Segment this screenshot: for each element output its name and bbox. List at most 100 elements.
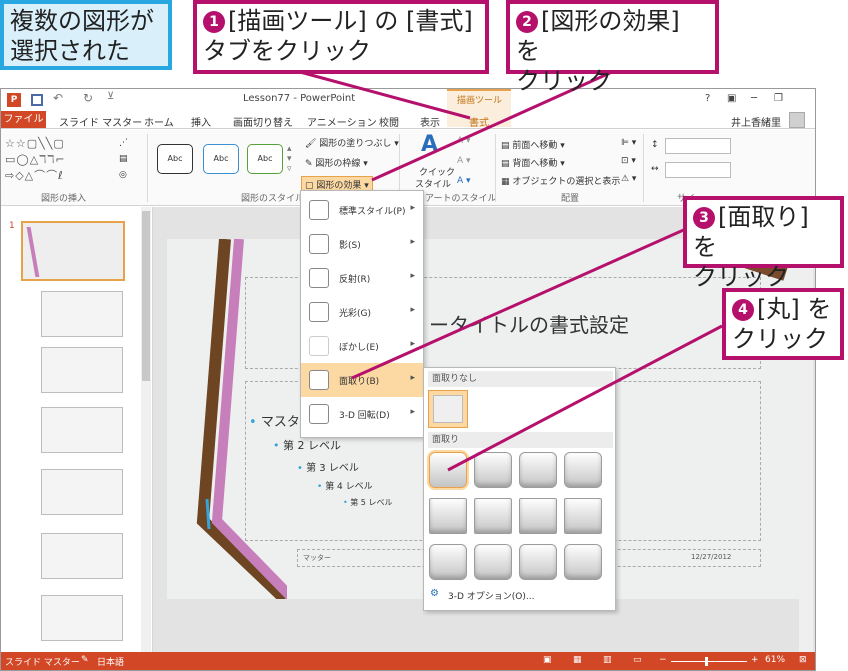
normal-view-icon[interactable]: ▣	[543, 655, 552, 665]
menu-item-glow[interactable]: 光彩(G) ▸	[301, 295, 423, 329]
text-fill-icon[interactable]: A ▾	[457, 136, 471, 146]
callout-4-text-2: クリック	[732, 325, 828, 353]
group-icon[interactable]: ⊡ ▾	[621, 156, 636, 166]
bevel-option[interactable]	[564, 544, 602, 580]
rotate-icon[interactable]: ⚠ ▾	[621, 174, 636, 184]
master-thumbnail[interactable]	[21, 221, 125, 281]
thumb-decoration	[26, 227, 40, 277]
minimize-button[interactable]: ─	[751, 93, 757, 104]
menu-label: 3-D 回転(D)	[339, 411, 390, 421]
tab-home[interactable]: ホーム	[144, 114, 174, 129]
menu-item-shadow[interactable]: 影(S) ▸	[301, 227, 423, 261]
zoom-out-icon[interactable]: −	[659, 655, 667, 665]
bevel-option[interactable]	[474, 544, 512, 580]
tab-view[interactable]: 表示	[420, 114, 440, 129]
zoom-in-icon[interactable]: +	[751, 655, 759, 665]
callout-4-line-1: 4 [丸] を	[732, 294, 834, 324]
layout-thumbnail[interactable]	[41, 407, 123, 453]
no-bevel-option[interactable]	[428, 390, 468, 428]
menu-item-3d-rotation[interactable]: 3-D 回転(D) ▸	[301, 397, 423, 431]
bring-forward-button[interactable]: ▤ 前面へ移動 ▾	[501, 138, 565, 151]
bevel-header: 面取り	[428, 432, 613, 448]
separator	[495, 134, 496, 202]
slideshow-icon[interactable]: ▭	[633, 655, 642, 665]
quick-styles-label-2[interactable]: スタイル	[415, 177, 451, 190]
shape-fill-button[interactable]: 🖌 図形の塗りつぶし ▾	[305, 136, 399, 149]
bevel-option[interactable]	[564, 498, 602, 534]
note-line-2: 選択された	[10, 37, 130, 65]
customize-icon[interactable]: ⊻	[107, 91, 114, 102]
status-language[interactable]: 日本語	[97, 655, 124, 668]
scrollbar-thumb[interactable]	[142, 211, 150, 381]
submenu-arrow-icon: ▸	[410, 237, 415, 247]
tab-animations[interactable]: アニメーション	[307, 114, 377, 129]
layout-thumbnail[interactable]	[41, 291, 123, 337]
bevel-option[interactable]	[429, 498, 467, 534]
tab-transitions[interactable]: 画面切り替え	[233, 114, 293, 129]
shape-outline-label: 図形の枠線	[315, 159, 361, 169]
zoom-slider-thumb[interactable]	[705, 657, 708, 666]
bevel-option[interactable]	[474, 498, 512, 534]
restore-button[interactable]: ❐	[774, 93, 783, 104]
status-view-name: スライド マスター	[5, 658, 80, 668]
tab-insert[interactable]: 挿入	[191, 114, 211, 129]
slide-thumbnail-pane: 1	[1, 207, 153, 659]
sorter-view-icon[interactable]: ▦	[573, 655, 582, 665]
tab-review[interactable]: 校閲	[379, 114, 399, 129]
edit-shape-icon[interactable]: ⋰	[119, 138, 128, 148]
bevel-option[interactable]	[564, 452, 602, 488]
menu-item-reflection[interactable]: 反射(R) ▸	[301, 261, 423, 295]
tab-slide-master[interactable]: スライド マスター	[59, 114, 142, 129]
group-shape-styles-label: 図形のスタイル	[241, 194, 305, 204]
shape-style-3[interactable]: Abc	[247, 144, 283, 174]
text-box-icon[interactable]: ▤	[119, 154, 128, 164]
menu-item-bevel[interactable]: 面取り(B) ▸	[301, 363, 423, 397]
3d-options-link[interactable]: 3-D オプション(O)...	[448, 589, 534, 602]
text-outline-icon[interactable]: A ▾	[457, 156, 471, 166]
bevel-option[interactable]	[519, 544, 557, 580]
layout-thumbnail[interactable]	[41, 595, 123, 641]
align-icon[interactable]: ⊫ ▾	[621, 138, 636, 148]
shape-style-1[interactable]: Abc	[157, 144, 193, 174]
undo-icon[interactable]: ↶	[53, 91, 63, 105]
reading-view-icon[interactable]: ▥	[603, 655, 612, 665]
merge-shapes-icon[interactable]: ◎	[119, 170, 127, 180]
bevel-option[interactable]	[474, 452, 512, 488]
layout-thumbnail[interactable]	[41, 533, 123, 579]
selection-pane-button[interactable]: ▦ オブジェクトの選択と表示	[501, 174, 620, 187]
spelling-icon[interactable]: ✎	[81, 655, 89, 665]
glow-icon	[309, 302, 329, 322]
shape-style-2[interactable]: Abc	[203, 144, 239, 174]
layout-thumbnail[interactable]	[41, 347, 123, 393]
shape-outline-button[interactable]: ✎ 図形の枠線 ▾	[305, 156, 368, 169]
thumbnail-scrollbar[interactable]	[141, 207, 151, 659]
redo-icon[interactable]: ↻	[83, 91, 93, 105]
bevel-option[interactable]	[519, 452, 557, 488]
menu-item-soft-edges[interactable]: ぼかし(E) ▸	[301, 329, 423, 363]
ribbon-options-button[interactable]: ▣	[727, 93, 736, 104]
bullet-level-1-text: マスタ	[260, 415, 300, 430]
blue-band[interactable]	[205, 498, 211, 530]
send-backward-button[interactable]: ▤ 背面へ移動 ▾	[501, 156, 565, 169]
shapes-gallery[interactable]: ☆☆▢╲╲▢ ▭◯△ℸℸ⌐ ⇨◇△⌒⌒ℓ	[5, 136, 111, 186]
fit-to-window-icon[interactable]: ⊠	[799, 655, 807, 665]
zoom-slider[interactable]	[671, 661, 747, 662]
layout-thumbnail[interactable]	[41, 469, 123, 515]
quick-styles-icon[interactable]: A	[421, 132, 438, 157]
text-effects-icon[interactable]: A ▾	[457, 176, 471, 186]
width-input[interactable]	[665, 162, 731, 178]
tab-format[interactable]: 書式	[469, 114, 489, 129]
bevel-circle-option[interactable]	[429, 452, 467, 488]
save-icon[interactable]	[31, 94, 43, 106]
callout-1-text-2: タブをクリック	[203, 37, 371, 65]
zoom-level[interactable]: 61%	[765, 655, 785, 665]
bevel-option[interactable]	[429, 544, 467, 580]
bullet-level-2: • 第 2 レベル	[273, 439, 341, 452]
user-name[interactable]: 井上香緒里	[731, 114, 781, 129]
menu-item-preset[interactable]: 標準スタイル(P) ▸	[301, 193, 423, 227]
gallery-more-icon[interactable]: ▴ ▾ ▿	[287, 144, 292, 174]
step-number-2: 2	[516, 11, 538, 33]
height-input[interactable]	[665, 138, 731, 154]
callout-4-text-1: [丸] を	[757, 295, 832, 323]
bevel-option[interactable]	[519, 498, 557, 534]
